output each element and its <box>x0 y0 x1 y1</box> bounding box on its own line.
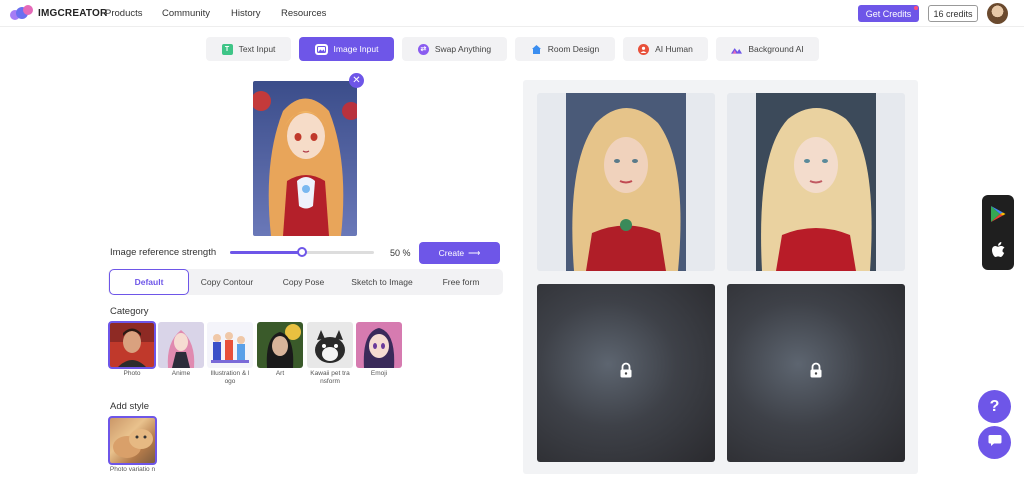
question-icon: ? <box>989 397 1000 415</box>
style-photo-variation[interactable]: Photo variatio n <box>108 416 157 474</box>
result-portrait <box>566 93 686 271</box>
nav-resources[interactable]: Resources <box>281 8 326 19</box>
mode-selector: Default Copy Contour Copy Pose Sketch to… <box>108 269 503 295</box>
result-image-2[interactable] <box>727 93 905 271</box>
tab-image-input[interactable]: Image Input <box>299 37 394 61</box>
help-button[interactable]: ? <box>978 390 1011 423</box>
strength-label: Image reference strength <box>110 247 217 258</box>
image-icon <box>314 43 328 55</box>
nav-community[interactable]: Community <box>162 8 210 19</box>
tab-label: AI Human <box>655 44 693 54</box>
chat-button[interactable] <box>978 426 1011 459</box>
category-thumbnail <box>356 322 402 368</box>
mode-default[interactable]: Default <box>109 269 189 295</box>
category-thumbnail <box>257 322 303 368</box>
logo[interactable]: IMGCREATOR <box>10 5 107 21</box>
category-thumbnail <box>207 322 253 368</box>
chat-icon <box>988 434 1002 452</box>
tab-ai-human[interactable]: AI Human <box>623 37 708 61</box>
category-kawaii-pet[interactable]: Kawaii pet tra nsform <box>307 322 353 386</box>
swap-icon: ⇄ <box>417 43 429 55</box>
tab-text-input[interactable]: T Text Input <box>206 37 291 61</box>
get-credits-button[interactable]: Get Credits <box>858 5 919 22</box>
text-icon: T <box>221 43 233 55</box>
apple-icon[interactable] <box>991 242 1005 264</box>
human-icon <box>638 43 650 55</box>
credits-balance[interactable]: 16 credits <box>928 5 978 22</box>
create-label: Create <box>438 248 465 258</box>
category-photo[interactable]: Photo <box>108 321 156 378</box>
get-credits-label: Get Credits <box>865 8 912 19</box>
logo-text: IMGCREATOR <box>38 7 108 19</box>
tab-label: Text Input <box>238 44 276 54</box>
mode-copy-pose[interactable]: Copy Pose <box>270 269 337 295</box>
strength-slider[interactable] <box>230 247 374 257</box>
uploaded-reference-image <box>253 81 357 236</box>
user-avatar[interactable] <box>987 3 1008 24</box>
category-heading: Category <box>110 306 149 317</box>
logo-icon <box>10 5 34 21</box>
nav-history[interactable]: History <box>231 8 261 19</box>
mode-copy-contour[interactable]: Copy Contour <box>192 269 262 295</box>
lock-icon <box>809 362 823 384</box>
slider-thumb[interactable] <box>297 247 307 257</box>
category-label: Anime <box>171 370 191 377</box>
tab-label: Background AI <box>748 44 804 54</box>
result-locked-1[interactable] <box>537 284 715 462</box>
result-portrait <box>756 93 876 271</box>
slider-fill <box>230 251 302 254</box>
mode-sketch-to-image[interactable]: Sketch to Image <box>344 269 420 295</box>
close-icon: ✕ <box>352 75 361 86</box>
mode-free-form[interactable]: Free form <box>426 269 496 295</box>
tab-label: Image Input <box>333 44 379 54</box>
arrow-right-icon: ⟶ <box>468 247 481 258</box>
app-download-strip <box>982 195 1014 270</box>
category-label: Art <box>275 370 285 377</box>
category-emoji[interactable]: Emoji <box>356 322 402 378</box>
strength-value: 50 % <box>390 248 411 258</box>
result-locked-2[interactable] <box>727 284 905 462</box>
category-thumbnail <box>108 321 156 369</box>
tab-label: Swap Anything <box>434 44 492 54</box>
style-label: Photo variatio n <box>109 466 156 473</box>
category-label: Emoji <box>370 370 388 377</box>
category-illustration[interactable]: Illustration & l ogo <box>207 322 253 386</box>
nav-products[interactable]: Products <box>105 8 143 19</box>
top-navbar: IMGCREATOR Products Community History Re… <box>0 0 1024 27</box>
category-label: Photo <box>123 370 141 377</box>
tab-label: Room Design <box>547 44 600 54</box>
tab-background-ai[interactable]: Background AI <box>716 37 819 61</box>
category-label: Illustration & l ogo <box>210 370 250 385</box>
category-thumbnail <box>158 322 204 368</box>
create-button[interactable]: Create ⟶ <box>419 242 500 264</box>
lock-icon <box>619 362 633 384</box>
category-anime[interactable]: Anime <box>158 322 204 378</box>
category-art[interactable]: Art <box>257 322 303 378</box>
notification-dot <box>914 6 918 10</box>
result-image-1[interactable] <box>537 93 715 271</box>
style-thumbnail <box>108 416 157 465</box>
house-icon <box>531 44 542 55</box>
google-play-icon[interactable] <box>990 205 1006 228</box>
category-thumbnail <box>307 322 353 368</box>
mountain-icon <box>731 44 743 55</box>
add-style-heading: Add style <box>110 401 150 412</box>
remove-image-button[interactable]: ✕ <box>349 73 364 88</box>
tab-room-design[interactable]: Room Design <box>515 37 615 61</box>
tab-swap-anything[interactable]: ⇄ Swap Anything <box>402 37 507 61</box>
category-label: Kawaii pet tra nsform <box>310 370 350 385</box>
results-panel <box>523 80 918 474</box>
